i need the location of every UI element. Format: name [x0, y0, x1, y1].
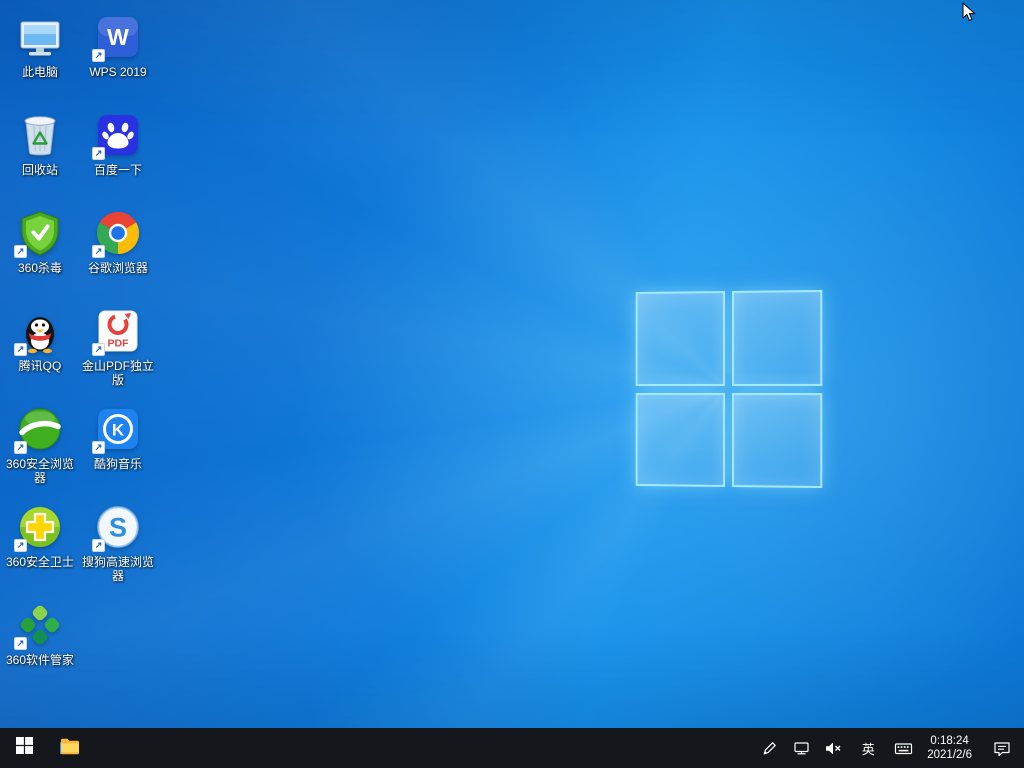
network-button[interactable]: [785, 728, 817, 768]
shortcut-arrow-icon: ↗: [92, 147, 105, 160]
windows-start-icon: [16, 737, 33, 759]
desktop-icon-recycle-bin[interactable]: 回收站: [1, 104, 79, 202]
start-button[interactable]: [0, 728, 48, 768]
logo-pane: [636, 291, 725, 385]
desktop-icon-sogou-browser[interactable]: S ↗ 搜狗高速浏览器: [79, 496, 157, 594]
shortcut-arrow-icon: ↗: [14, 343, 27, 356]
shortcut-arrow-icon: ↗: [14, 245, 27, 258]
logo-pane: [731, 393, 822, 489]
desktop-icon-label: 腾讯QQ: [19, 359, 62, 373]
svg-text:K: K: [112, 421, 125, 440]
desktop-icon-label: 360软件管家: [6, 653, 74, 667]
shortcut-arrow-icon: ↗: [14, 637, 27, 650]
svg-text:S: S: [109, 513, 127, 543]
windows-wallpaper-logo: [636, 290, 823, 488]
desktop-icon-label: 回收站: [22, 163, 58, 177]
windows-ink-button[interactable]: [753, 728, 785, 768]
desktop-icon-label: 360安全浏览器: [2, 457, 78, 485]
desktop-icon-kugou-music[interactable]: K ↗ 酷狗音乐: [79, 398, 157, 496]
taskbar-clock[interactable]: 0:18:24 2021/2/6: [919, 728, 980, 768]
shortcut-arrow-icon: ↗: [92, 245, 105, 258]
desktop-icon-360-software-manager[interactable]: ↗ 360软件管家: [1, 594, 79, 692]
kingsoft-pdf-icon: PDF ↗: [94, 307, 142, 355]
shortcut-arrow-icon: ↗: [14, 539, 27, 552]
clock-date: 2021/2/6: [927, 748, 972, 762]
volume-muted-icon: [824, 740, 842, 757]
svg-text:W: W: [107, 24, 129, 50]
sogou-browser-icon: S ↗: [94, 503, 142, 551]
desktop-icon-label: 金山PDF独立版: [80, 359, 156, 387]
360-antivirus-shield-icon: ↗: [16, 209, 64, 257]
shortcut-arrow-icon: ↗: [92, 343, 105, 356]
360-safeguard-icon: ↗: [16, 503, 64, 551]
logo-pane: [731, 290, 822, 386]
this-pc-icon: [16, 13, 64, 61]
qq-penguin-icon: ↗: [16, 307, 64, 355]
desktop-icon-360-antivirus[interactable]: ↗ 360杀毒: [1, 202, 79, 300]
action-center-icon: [993, 740, 1011, 757]
desktop-icon-tencent-qq[interactable]: ↗ 腾讯QQ: [1, 300, 79, 398]
taskbar: 英 0:18:24 2021/2/6: [0, 728, 1024, 768]
volume-button[interactable]: [817, 728, 849, 768]
touch-keyboard-icon: [894, 740, 913, 757]
360-software-manager-pinwheel-icon: ↗: [16, 601, 64, 649]
shortcut-arrow-icon: ↗: [92, 539, 105, 552]
desktop-icon-label: WPS 2019: [89, 65, 146, 79]
ime-language-indicator[interactable]: 英: [849, 728, 887, 768]
desktop-icon-baidu[interactable]: ↗ 百度一下: [79, 104, 157, 202]
windows-desktop-screen: 此电脑 回收站: [0, 0, 1024, 768]
desktop-icon-chrome[interactable]: ↗ 谷歌浏览器: [79, 202, 157, 300]
desktop-icon-wps-2019[interactable]: W ↗ WPS 2019: [79, 6, 157, 104]
desktop-icon-360-safeguard[interactable]: ↗ 360安全卫士: [1, 496, 79, 594]
desktop-icon-label: 搜狗高速浏览器: [80, 555, 156, 583]
desktop-icon-label: 百度一下: [94, 163, 142, 177]
desktop-icon-kingsoft-pdf[interactable]: PDF ↗ 金山PDF独立版: [79, 300, 157, 398]
recycle-bin-icon: [16, 111, 64, 159]
shortcut-arrow-icon: ↗: [92, 441, 105, 454]
desktop-icon-this-pc[interactable]: 此电脑: [1, 6, 79, 104]
network-icon: [793, 740, 810, 757]
desktop-icon-label: 酷狗音乐: [94, 457, 142, 471]
clock-time: 0:18:24: [930, 734, 968, 748]
shortcut-arrow-icon: ↗: [14, 441, 27, 454]
logo-pane: [636, 392, 725, 486]
desktop-icon-grid: 此电脑 回收站: [1, 6, 157, 692]
360-browser-globe-icon: ↗: [16, 405, 64, 453]
desktop-icon-360-browser[interactable]: ↗ 360安全浏览器: [1, 398, 79, 496]
desktop-icon-label: 360杀毒: [18, 261, 62, 275]
kugou-music-icon: K ↗: [94, 405, 142, 453]
baidu-paw-icon: ↗: [94, 111, 142, 159]
svg-text:PDF: PDF: [108, 338, 130, 350]
pen-icon: [761, 740, 778, 757]
wps-icon: W ↗: [94, 13, 142, 61]
file-explorer-icon: [58, 734, 82, 763]
desktop-icon-label: 360安全卫士: [6, 555, 74, 569]
file-explorer-button[interactable]: [48, 728, 92, 768]
action-center-button[interactable]: [980, 728, 1024, 768]
desktop-icon-label: 此电脑: [22, 65, 58, 79]
system-tray: 英 0:18:24 2021/2/6: [753, 728, 1024, 768]
touch-keyboard-button[interactable]: [887, 728, 919, 768]
chrome-icon: ↗: [94, 209, 142, 257]
desktop-icon-label: 谷歌浏览器: [88, 261, 148, 275]
shortcut-arrow-icon: ↗: [92, 49, 105, 62]
